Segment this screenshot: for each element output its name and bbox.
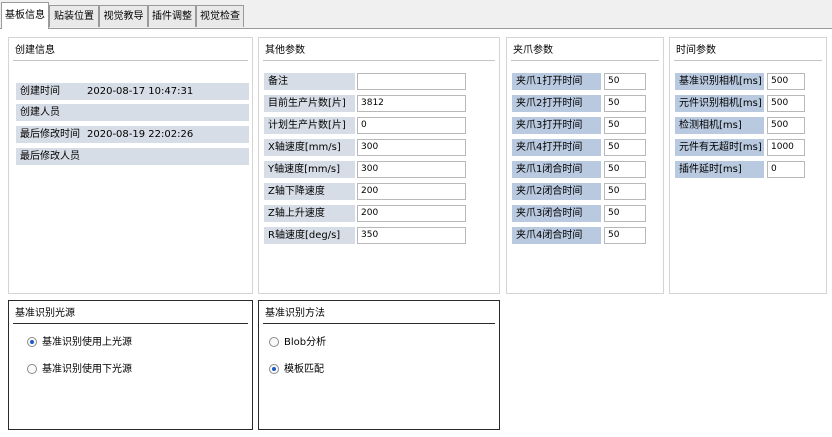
gripper-4-close-input[interactable]: 50 xyxy=(604,227,646,244)
component-camera-time-input[interactable]: 500 xyxy=(767,95,805,112)
plan-count-input[interactable]: 0 xyxy=(357,117,466,134)
gripper-3-open-input[interactable]: 50 xyxy=(604,117,646,134)
gripper-row-4-open: 夹爪4打开时间 50 xyxy=(512,139,647,156)
other-params-group: 其他参数 备注 目前生产片数[片] 3812 计划生产片数[片] 0 X轴速度[… xyxy=(258,37,500,294)
plugin-delay-input[interactable]: 0 xyxy=(767,161,805,178)
param-row-plan-count: 计划生产片数[片] 0 xyxy=(264,117,474,134)
tab-vision-teach[interactable]: 视觉教导 xyxy=(99,5,148,27)
group-title: 时间参数 xyxy=(674,42,822,61)
z-up-speed-input[interactable]: 200 xyxy=(357,205,466,222)
param-label: Y轴速度[mm/s] xyxy=(264,161,355,178)
time-params-group: 时间参数 基准识别相机[ms] 500 元件识别相机[ms] 500 检测相机[… xyxy=(669,37,827,294)
time-row-inspect-camera: 检测相机[ms] 500 xyxy=(675,117,810,134)
param-row-remark: 备注 xyxy=(264,73,474,90)
param-label: X轴速度[mm/s] xyxy=(264,139,355,156)
gripper-row-4-close: 夹爪4闭合时间 50 xyxy=(512,227,647,244)
current-count-input[interactable]: 3812 xyxy=(357,95,466,112)
gripper-1-open-input[interactable]: 50 xyxy=(604,73,646,90)
gripper-label: 夹爪3闭合时间 xyxy=(512,205,601,222)
gripper-row-2-open: 夹爪2打开时间 50 xyxy=(512,95,647,112)
param-row-y-speed: Y轴速度[mm/s] 300 xyxy=(264,161,474,178)
light-source-group: 基准识别光源 基准识别使用上光源 基准识别使用下光源 xyxy=(8,300,253,430)
radio-label: 基准识别使用上光源 xyxy=(42,337,132,348)
gripper-label: 夹爪1闭合时间 xyxy=(512,161,601,178)
gripper-label: 夹爪1打开时间 xyxy=(512,73,601,90)
param-row-x-speed: X轴速度[mm/s] 300 xyxy=(264,139,474,156)
param-label: 目前生产片数[片] xyxy=(264,95,355,112)
create-info-group: 创建信息 创建时间 2020-08-17 10:47:31 创建人员 最后修改时… xyxy=(8,37,253,294)
group-title: 创建信息 xyxy=(13,42,248,61)
radio-unchecked-icon xyxy=(27,364,37,374)
recognition-method-group: 基准识别方法 Blob分析 模板匹配 xyxy=(258,300,500,430)
param-label: R轴速度[deg/s] xyxy=(264,227,355,244)
time-row-plugin-delay: 插件延时[ms] 0 xyxy=(675,161,810,178)
gripper-2-open-input[interactable]: 50 xyxy=(604,95,646,112)
tab-vision-inspect[interactable]: 视觉检查 xyxy=(196,5,244,27)
param-label: 计划生产片数[片] xyxy=(264,117,355,134)
gripper-label: 夹爪2闭合时间 xyxy=(512,183,601,200)
r-speed-input[interactable]: 350 xyxy=(357,227,466,244)
info-row-modifier: 最后修改人员 xyxy=(16,148,249,165)
gripper-1-close-input[interactable]: 50 xyxy=(604,161,646,178)
time-label: 插件延时[ms] xyxy=(675,161,764,178)
time-row-fiducial-camera: 基准识别相机[ms] 500 xyxy=(675,73,810,90)
info-label: 最后修改人员 xyxy=(16,148,249,165)
radio-label: 模板匹配 xyxy=(284,364,324,375)
info-row-creator: 创建人员 xyxy=(16,104,249,121)
info-value: 2020-08-19 22:02:26 xyxy=(87,129,194,140)
time-label: 元件识别相机[ms] xyxy=(675,95,764,112)
gripper-label: 夹爪3打开时间 xyxy=(512,117,601,134)
time-label: 检测相机[ms] xyxy=(675,117,764,134)
gripper-row-2-close: 夹爪2闭合时间 50 xyxy=(512,183,647,200)
group-title: 基准识别方法 xyxy=(263,305,495,324)
gripper-label: 夹爪4闭合时间 xyxy=(512,227,601,244)
time-row-presence-timeout: 元件有无超时[ms] 1000 xyxy=(675,139,810,156)
gripper-row-3-close: 夹爪3闭合时间 50 xyxy=(512,205,647,222)
radio-label: Blob分析 xyxy=(284,337,327,348)
tab-plugin-adjust[interactable]: 插件调整 xyxy=(148,5,196,27)
tab-board-info[interactable]: 基板信息 xyxy=(1,2,49,29)
radio-unchecked-icon xyxy=(269,337,279,347)
group-title: 基准识别光源 xyxy=(13,305,248,324)
info-row-modify-time: 最后修改时间 2020-08-19 22:02:26 xyxy=(16,126,249,143)
param-label: Z轴上升速度 xyxy=(264,205,355,222)
gripper-row-1-close: 夹爪1闭合时间 50 xyxy=(512,161,647,178)
presence-timeout-input[interactable]: 1000 xyxy=(767,139,805,156)
gripper-label: 夹爪2打开时间 xyxy=(512,95,601,112)
group-title: 夹爪参数 xyxy=(511,42,659,61)
param-label: 备注 xyxy=(264,73,355,90)
fiducial-camera-time-input[interactable]: 500 xyxy=(767,73,805,90)
radio-checked-icon xyxy=(269,364,279,374)
time-label: 基准识别相机[ms] xyxy=(675,73,764,90)
param-row-z-up-speed: Z轴上升速度 200 xyxy=(264,205,474,222)
gripper-4-open-input[interactable]: 50 xyxy=(604,139,646,156)
info-row-create-time: 创建时间 2020-08-17 10:47:31 xyxy=(16,83,249,100)
board-info-page: 创建信息 创建时间 2020-08-17 10:47:31 创建人员 最后修改时… xyxy=(0,29,832,437)
gripper-row-3-open: 夹爪3打开时间 50 xyxy=(512,117,647,134)
info-label: 创建人员 xyxy=(16,104,249,121)
group-title: 其他参数 xyxy=(263,42,495,61)
param-row-r-speed: R轴速度[deg/s] 350 xyxy=(264,227,474,244)
x-speed-input[interactable]: 300 xyxy=(357,139,466,156)
tab-mount-position[interactable]: 贴装位置 xyxy=(49,5,99,27)
y-speed-input[interactable]: 300 xyxy=(357,161,466,178)
param-label: Z轴下降速度 xyxy=(264,183,355,200)
gripper-params-group: 夹爪参数 夹爪1打开时间 50 夹爪2打开时间 50 夹爪3打开时间 50 夹爪… xyxy=(506,37,664,294)
inspect-camera-time-input[interactable]: 500 xyxy=(767,117,805,134)
gripper-row-1-open: 夹爪1打开时间 50 xyxy=(512,73,647,90)
radio-checked-icon xyxy=(27,337,37,347)
time-row-component-camera: 元件识别相机[ms] 500 xyxy=(675,95,810,112)
param-row-z-down-speed: Z轴下降速度 200 xyxy=(264,183,474,200)
info-value: 2020-08-17 10:47:31 xyxy=(87,86,194,97)
gripper-label: 夹爪4打开时间 xyxy=(512,139,601,156)
z-down-speed-input[interactable]: 200 xyxy=(357,183,466,200)
time-label: 元件有无超时[ms] xyxy=(675,139,764,156)
remark-input[interactable] xyxy=(357,73,466,90)
gripper-2-close-input[interactable]: 50 xyxy=(604,183,646,200)
radio-label: 基准识别使用下光源 xyxy=(42,364,132,375)
gripper-3-close-input[interactable]: 50 xyxy=(604,205,646,222)
param-row-current-count: 目前生产片数[片] 3812 xyxy=(264,95,474,112)
tab-strip: 基板信息 贴装位置 视觉教导 插件调整 视觉检查 xyxy=(0,0,832,29)
